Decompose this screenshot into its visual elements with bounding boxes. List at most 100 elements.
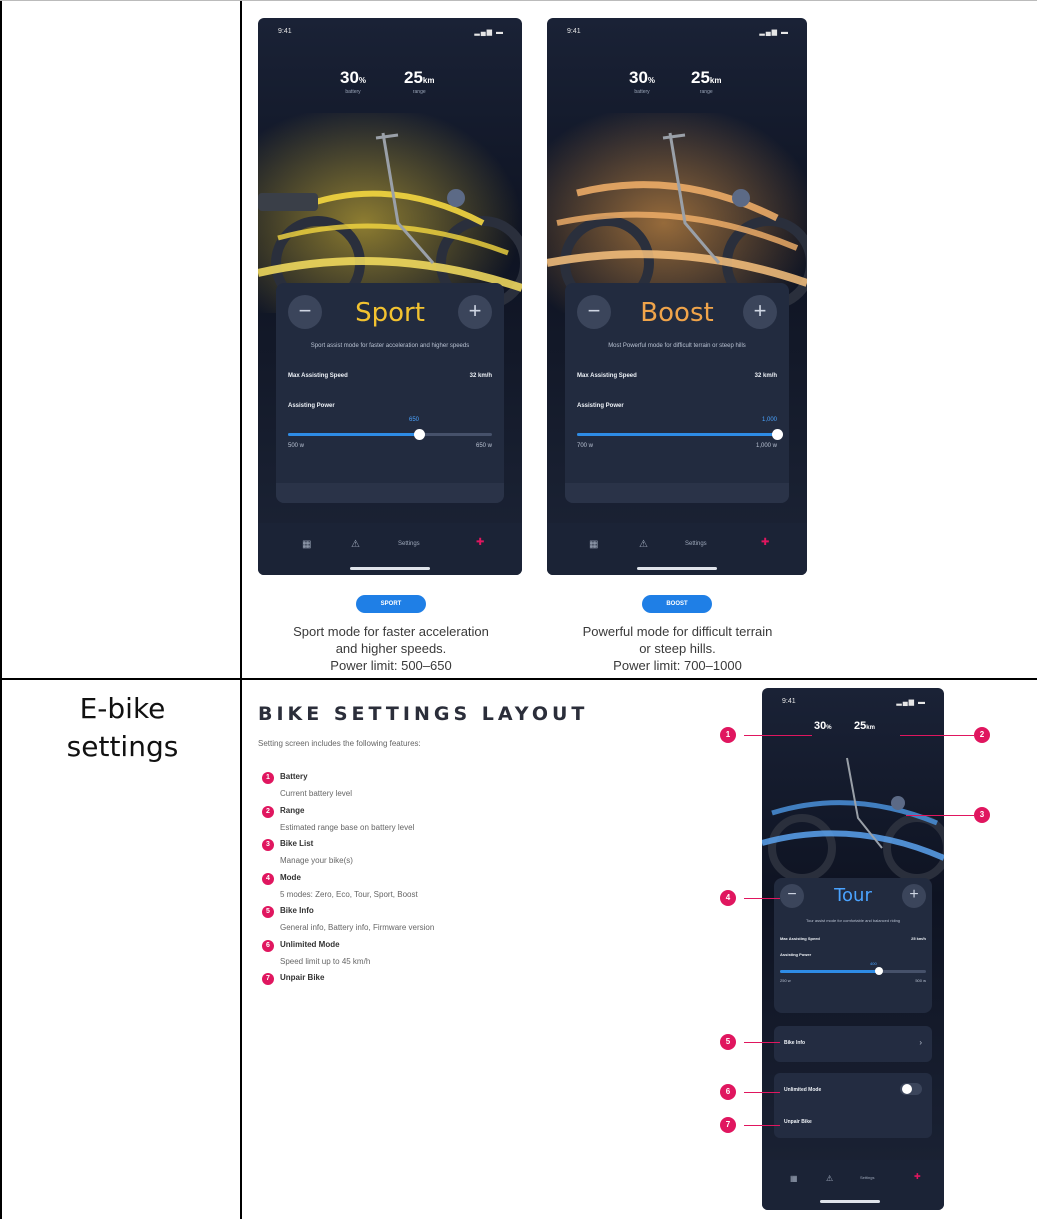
power-slider-knob[interactable]	[413, 429, 425, 440]
tour-phone-screenshot: 9:41 ▂▄▆ ▬ 30% 25km − Tour + Tour assist…	[762, 688, 944, 1210]
mode-plus-button[interactable]: +	[743, 295, 777, 329]
signal-battery-icon: ▂▄▆ ▬	[896, 699, 926, 706]
sport-mode-panel: − Sport + Sport assist mode for faster a…	[276, 283, 504, 503]
home-indicator	[820, 1200, 880, 1203]
sport-phone-screenshot: 9:41 ▂▄▆ ▬ 30% battery 25km range − Spor…	[258, 18, 522, 575]
profile-icon[interactable]: ✚	[914, 1172, 921, 1181]
item-description: Current battery level	[280, 789, 353, 798]
max-speed-value: 32 km/h	[754, 373, 777, 379]
unlimited-mode-row[interactable]: Unlimited Mode Unpair Bike	[774, 1073, 932, 1138]
battery-stat: 30% battery	[629, 68, 656, 95]
range-stat: 25km range	[691, 68, 722, 95]
map-icon[interactable]: ⚠	[639, 539, 648, 550]
mode-plus-button[interactable]: +	[902, 884, 926, 908]
map-icon[interactable]: ⚠	[351, 539, 360, 550]
item-number-badge: 4	[262, 872, 274, 885]
boost-phone-screenshot: 9:41 ▂▄▆ ▬ 30% battery 25km range − Boos…	[547, 18, 807, 575]
boost-caption: Powerful mode for difficult terrain or st…	[582, 624, 773, 673]
item-title: Bike Info	[280, 906, 314, 915]
callout-line	[900, 735, 974, 736]
item-title: Unlimited Mode	[280, 939, 340, 949]
item-description: 5 modes: Zero, Eco, Tour, Sport, Boost	[280, 889, 418, 899]
callout-line	[744, 1092, 780, 1093]
tour-mode-panel: − Tour + Tour assist mode for comfortabl…	[774, 878, 932, 1013]
item-title: Range	[280, 805, 305, 815]
layout-intro: Setting screen includes the following fe…	[258, 739, 421, 748]
power-slider-knob[interactable]	[875, 967, 884, 975]
callout-badge: 2	[974, 727, 990, 743]
item-description: Speed limit up to 45 km/h	[280, 956, 371, 966]
table-top-border	[0, 0, 1037, 1]
assist-power-label: Assisting Power	[577, 403, 624, 409]
max-speed-label: Max Assisting Speed	[288, 373, 348, 379]
assist-power-label: Assisting Power	[780, 952, 812, 957]
power-value: 1,000	[761, 417, 777, 423]
callout-badge: 7	[720, 1117, 736, 1133]
battery-stat: 30%	[814, 720, 832, 732]
assist-power-label: Assisting Power	[288, 403, 335, 409]
bottom-nav: ▦ ⚠ Settings ✚	[762, 1160, 944, 1210]
battery-stat: 30% battery	[340, 68, 367, 95]
row-label-ebike-settings: E-bike settings	[66, 692, 179, 763]
table-row-divider	[0, 678, 1037, 680]
power-value: 650	[409, 417, 420, 423]
power-min: 250 w	[780, 978, 791, 983]
item-description: Manage your bike(s)	[280, 856, 353, 865]
unlimited-toggle[interactable]	[900, 1083, 922, 1095]
callout-line	[744, 898, 780, 899]
sport-pill: SPORT	[356, 595, 426, 613]
callout-badge: 4	[720, 890, 736, 906]
unpair-bike-label: Unpair Bike	[784, 1119, 812, 1125]
power-max: 500 w	[915, 978, 926, 983]
profile-icon[interactable]: ✚	[476, 537, 484, 548]
power-slider[interactable]	[780, 967, 926, 975]
layout-header: BIKE SETTINGS LAYOUT	[258, 703, 589, 725]
home-indicator	[350, 567, 430, 570]
bike-illustration	[762, 743, 944, 883]
power-slider[interactable]	[288, 429, 492, 440]
mode-description: Tour assist mode for comfortable and bal…	[805, 918, 901, 923]
mode-plus-button[interactable]: +	[458, 295, 492, 329]
home-icon[interactable]: ▦	[790, 1174, 798, 1183]
item-title: Mode	[280, 872, 301, 882]
boost-pill: BOOST	[642, 595, 712, 613]
profile-icon[interactable]: ✚	[761, 537, 769, 548]
callout-line	[744, 1125, 780, 1126]
item-title: Bike List	[280, 839, 314, 848]
nav-settings-label[interactable]: Settings	[398, 541, 420, 547]
home-icon[interactable]: ▦	[589, 539, 598, 550]
item-number-badge: 2	[262, 805, 274, 818]
boost-mode-panel: − Boost + Most Powerful mode for difficu…	[565, 283, 789, 503]
bottom-nav: ▦ ⚠ Settings ✚	[258, 523, 522, 575]
callout-badge: 6	[720, 1084, 736, 1100]
item-number-badge: 6	[262, 939, 274, 952]
callout-badge: 1	[720, 727, 736, 743]
map-icon[interactable]: ⚠	[826, 1174, 833, 1183]
max-speed-label: Max Assisting Speed	[780, 936, 820, 941]
nav-settings-label[interactable]: Settings	[860, 1175, 874, 1180]
bike-info-row[interactable]: Bike Info ›	[774, 1026, 932, 1062]
item-description: Estimated range base on battery level	[280, 822, 415, 832]
power-slider-knob[interactable]	[772, 429, 783, 440]
power-value: 400	[870, 961, 877, 966]
home-icon[interactable]: ▦	[302, 539, 311, 550]
power-slider[interactable]	[577, 429, 783, 440]
max-speed-label: Max Assisting Speed	[577, 373, 637, 379]
home-indicator	[637, 567, 717, 570]
table-column-divider	[240, 0, 242, 1219]
mode-description: Most Powerful mode for difficult terrain…	[608, 343, 746, 349]
item-number-badge: 1	[262, 772, 274, 784]
power-max: 650 w	[475, 443, 492, 449]
signal-battery-icon: ▂▄▆ ▬	[759, 29, 789, 36]
nav-settings-label[interactable]: Settings	[685, 541, 707, 547]
status-time: 9:41	[782, 698, 796, 705]
mode-description: Sport assist mode for faster acceleratio…	[310, 343, 470, 349]
item-title: Battery	[280, 772, 308, 781]
chevron-right-icon: ›	[919, 1038, 922, 1047]
callout-badge: 5	[720, 1034, 736, 1050]
range-stat: 25km	[854, 720, 875, 732]
status-time: 9:41	[278, 28, 292, 35]
signal-battery-icon: ▂▄▆ ▬	[474, 29, 504, 36]
table-left-border	[0, 0, 2, 1219]
callout-badge: 3	[974, 807, 990, 823]
